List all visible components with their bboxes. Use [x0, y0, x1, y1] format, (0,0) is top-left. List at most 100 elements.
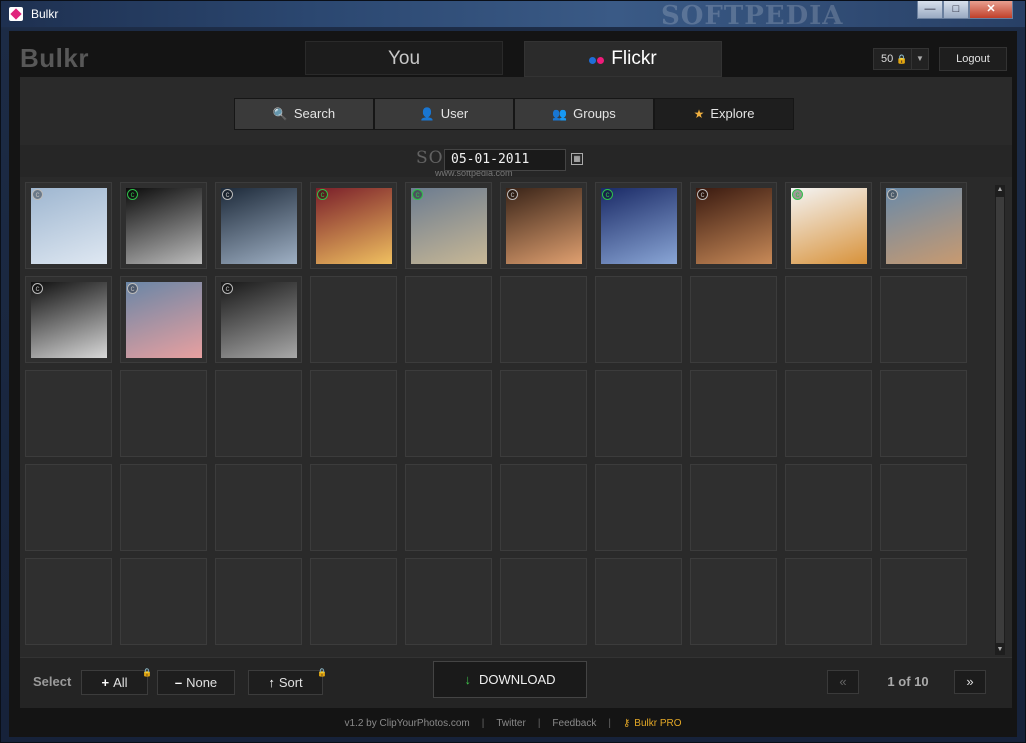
tab-you[interactable]: You — [305, 41, 503, 75]
photo-cell[interactable]: c — [215, 276, 302, 363]
sub-tabs: 🔍 Search 👤 User 👥 Groups ★ Explore — [234, 98, 794, 130]
divider: | — [608, 718, 611, 729]
minimize-button[interactable]: — — [917, 1, 943, 19]
empty-photo-cell — [25, 558, 112, 645]
empty-photo-cell — [215, 370, 302, 457]
select-label: Select — [33, 674, 72, 689]
download-button[interactable]: ↓ DOWNLOAD — [433, 661, 587, 698]
chevron-down-icon[interactable]: ▼ — [911, 49, 928, 69]
app-logo: Bulkr — [20, 43, 89, 73]
calendar-icon[interactable]: ▦ — [571, 153, 583, 165]
copyright-icon: c — [792, 189, 803, 200]
action-footer: Select + All 🔒 – None ↑ Sort 🔒 ↓ DOWNLOAD « … — [20, 657, 1012, 708]
bulkr-pro-link[interactable]: Bulkr PRO — [634, 718, 681, 729]
logout-button[interactable]: Logout — [939, 47, 1007, 71]
content-panel: 🔍 Search 👤 User 👥 Groups ★ Explore SOFTPEDIA… — [20, 77, 1012, 708]
empty-photo-cell — [785, 464, 872, 551]
photo-thumbnail[interactable]: c — [601, 188, 677, 264]
window-title: Bulkr — [31, 7, 59, 21]
select-none-label: None — [186, 675, 218, 690]
empty-photo-cell — [215, 464, 302, 551]
photo-thumbnail[interactable]: c — [221, 282, 297, 358]
feedback-link[interactable]: Feedback — [552, 718, 596, 729]
copyright-icon: c — [697, 189, 708, 200]
minus-icon: – — [174, 675, 183, 690]
date-field[interactable]: 05-01-2011 — [444, 149, 566, 171]
maximize-button[interactable]: □ — [943, 1, 969, 19]
download-arrow-icon: ↓ — [464, 672, 471, 687]
grid-scrollbar[interactable]: ▲ ▼ — [995, 185, 1005, 655]
magnifier-icon: 🔍 — [272, 107, 288, 121]
photo-thumbnail[interactable]: c — [886, 188, 962, 264]
copyright-icon: c — [32, 283, 43, 294]
empty-photo-cell — [785, 276, 872, 363]
photo-thumbnail[interactable]: c — [126, 282, 202, 358]
empty-photo-cell — [25, 370, 112, 457]
tab-groups[interactable]: 👥 Groups — [514, 98, 654, 130]
photo-cell[interactable]: c — [310, 182, 397, 269]
photo-cell[interactable]: c — [120, 182, 207, 269]
photo-cell[interactable]: c — [120, 276, 207, 363]
photo-thumbnail[interactable]: c — [126, 188, 202, 264]
select-all-button[interactable]: + All 🔒 — [81, 668, 152, 695]
twitter-link[interactable]: Twitter — [496, 718, 525, 729]
empty-photo-cell — [880, 276, 967, 363]
photo-cell[interactable]: c — [595, 182, 682, 269]
bulkr-app-icon — [9, 7, 23, 21]
tab-flickr[interactable]: Flickr — [524, 41, 722, 77]
copyright-icon: c — [887, 189, 898, 200]
copyright-icon: c — [507, 189, 518, 200]
empty-photo-cell — [310, 464, 397, 551]
sort-label: Sort — [278, 675, 303, 690]
sort-button[interactable]: ↑ Sort 🔒 — [248, 668, 327, 695]
empty-photo-cell — [690, 464, 777, 551]
photo-thumbnail[interactable]: c — [506, 188, 582, 264]
empty-photo-cell — [880, 558, 967, 645]
empty-photo-cell — [595, 276, 682, 363]
scroll-down-icon[interactable]: ▼ — [995, 645, 1005, 655]
app-client: Bulkr You Flickr 50 🔒 ▼ Logout 🔍 Search 👤 U… — [9, 31, 1017, 737]
divider: | — [481, 718, 485, 729]
photo-thumbnail[interactable]: c — [31, 188, 107, 264]
app-window: Bulkr SOFTPEDIA — □ ✕ Bulkr You Flickr 5… — [0, 0, 1026, 743]
version-link[interactable]: v1.2 by ClipYourPhotos.com — [344, 718, 469, 729]
copyright-icon: c — [32, 189, 43, 200]
user-icon: 👤 — [419, 107, 435, 121]
scroll-up-icon[interactable]: ▲ — [995, 185, 1005, 195]
copyright-icon: c — [127, 189, 138, 200]
photo-thumbnail[interactable]: c — [696, 188, 772, 264]
close-button[interactable]: ✕ — [969, 1, 1013, 19]
photo-cell[interactable]: c — [785, 182, 872, 269]
photo-thumbnail[interactable]: c — [411, 188, 487, 264]
photo-thumbnail[interactable]: c — [221, 188, 297, 264]
credits-dropdown[interactable]: 50 🔒 ▼ — [873, 48, 929, 70]
photo-cell[interactable]: c — [25, 276, 112, 363]
copyright-icon: c — [317, 189, 328, 200]
date-bar: SOFTPEDIA www.softpedia.com 05-01-2011 ▦ — [20, 145, 1012, 178]
photo-thumbnail[interactable]: c — [316, 188, 392, 264]
photo-cell[interactable]: c — [25, 182, 112, 269]
empty-photo-cell — [120, 464, 207, 551]
tab-explore[interactable]: ★ Explore — [654, 98, 794, 130]
credits-count: 50 — [881, 53, 894, 65]
tab-user[interactable]: 👤 User — [374, 98, 514, 130]
photo-thumbnail[interactable]: c — [31, 282, 107, 358]
empty-photo-cell — [595, 370, 682, 457]
prev-page-button[interactable]: « — [827, 670, 859, 694]
empty-photo-cell — [690, 370, 777, 457]
photo-cell[interactable]: c — [215, 182, 302, 269]
scrollbar-thumb[interactable] — [996, 197, 1004, 643]
divider: | — [537, 718, 541, 729]
photo-cell[interactable]: c — [405, 182, 492, 269]
next-page-button[interactable]: » — [954, 670, 986, 694]
empty-photo-cell — [785, 370, 872, 457]
photo-cell[interactable]: c — [880, 182, 967, 269]
photo-cell[interactable]: c — [690, 182, 777, 269]
select-none-button[interactable]: – None — [157, 670, 235, 695]
tab-search[interactable]: 🔍 Search — [234, 98, 374, 130]
photo-cell[interactable]: c — [500, 182, 587, 269]
empty-photo-cell — [500, 464, 587, 551]
photo-thumbnail[interactable]: c — [791, 188, 867, 264]
copyright-icon: c — [127, 283, 138, 294]
title-bar[interactable]: Bulkr SOFTPEDIA — □ ✕ — [1, 1, 1025, 31]
